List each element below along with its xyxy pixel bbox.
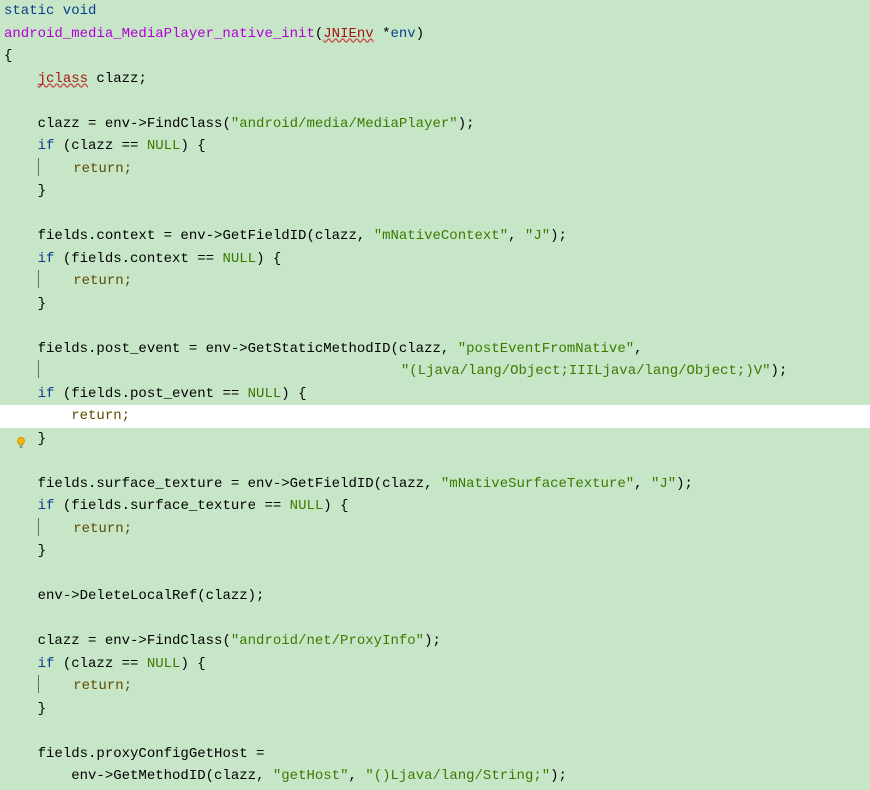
- code-line: clazz = env->FindClass("android/net/Prox…: [0, 630, 870, 653]
- code-line: "(Ljava/lang/Object;IIILjava/lang/Object…: [0, 360, 870, 383]
- code-line-blank: [0, 563, 870, 586]
- code-line: if (clazz == NULL) {: [0, 653, 870, 676]
- code-line: }: [0, 293, 870, 316]
- code-line-blank: [0, 315, 870, 338]
- code-line-blank: [0, 450, 870, 473]
- param-env: env: [391, 26, 416, 42]
- code-line: fields.surface_texture = env->GetFieldID…: [0, 473, 870, 496]
- code-line: fields.proxyConfigGetHost =: [0, 743, 870, 766]
- type-jnienv: JNIEnv: [323, 26, 373, 42]
- code-line: fields.post_event = env->GetStaticMethod…: [0, 338, 870, 361]
- code-line-blank: [0, 90, 870, 113]
- code-line: if (clazz == NULL) {: [0, 135, 870, 158]
- code-line: fields.context = env->GetFieldID(clazz, …: [0, 225, 870, 248]
- lightbulb-icon: [14, 436, 28, 450]
- code-line: {: [0, 45, 870, 68]
- code-line-blank: [0, 608, 870, 631]
- code-line: android_media_MediaPlayer_native_init(JN…: [0, 23, 870, 46]
- code-line: return;: [0, 270, 870, 293]
- code-line: if (fields.context == NULL) {: [0, 248, 870, 271]
- code-line: }: [0, 540, 870, 563]
- code-line-blank: [0, 720, 870, 743]
- code-line: return;: [0, 518, 870, 541]
- keyword-static-void: static void: [4, 3, 96, 19]
- code-line: return;: [0, 675, 870, 698]
- code-line: }: [0, 698, 870, 721]
- code-line: clazz = env->FindClass("android/media/Me…: [0, 113, 870, 136]
- code-line: env->DeleteLocalRef(clazz);: [0, 585, 870, 608]
- code-line: return;: [0, 158, 870, 181]
- code-line: static void: [0, 0, 870, 23]
- code-line: if (fields.post_event == NULL) {: [0, 383, 870, 406]
- type-jclass: jclass: [38, 71, 88, 87]
- code-line: }: [0, 180, 870, 203]
- code-editor[interactable]: static void android_media_MediaPlayer_na…: [0, 0, 870, 788]
- intention-action-button[interactable]: [14, 436, 28, 450]
- code-line-blank: [0, 203, 870, 226]
- function-name: android_media_MediaPlayer_native_init: [4, 26, 315, 42]
- code-line-current: return;: [0, 405, 870, 428]
- code-line: }: [0, 428, 870, 451]
- code-line: if (fields.surface_texture == NULL) {: [0, 495, 870, 518]
- code-line: env->GetMethodID(clazz, "getHost", "()Lj…: [0, 765, 870, 788]
- code-line: jclass clazz;: [0, 68, 870, 91]
